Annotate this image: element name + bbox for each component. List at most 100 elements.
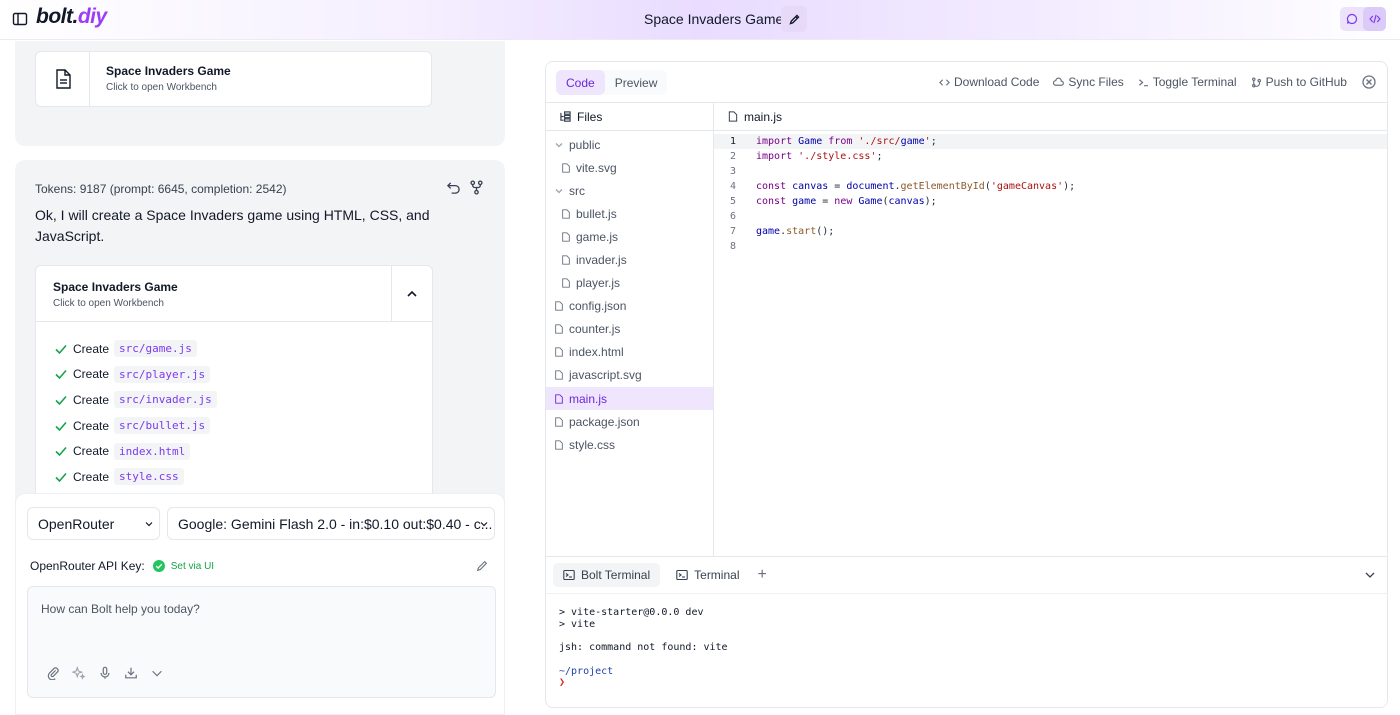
folder-item[interactable]: src bbox=[546, 179, 713, 202]
check-icon bbox=[55, 472, 67, 482]
code-line: 8 bbox=[714, 239, 1387, 254]
file-item[interactable]: config.json bbox=[546, 295, 713, 318]
workbench-header: Code Preview Download Code Sync Files To… bbox=[546, 62, 1387, 103]
artifact-header[interactable]: Space Invaders Game Click to open Workbe… bbox=[36, 266, 432, 322]
line-number: 7 bbox=[729, 226, 736, 237]
tree-label: public bbox=[569, 137, 601, 152]
pencil-icon[interactable] bbox=[475, 559, 489, 573]
file-item[interactable]: package.json bbox=[546, 410, 713, 433]
tree-label: javascript.svg bbox=[569, 368, 642, 383]
collapse-artifact-button[interactable] bbox=[391, 266, 432, 322]
chevron-down-icon bbox=[145, 522, 153, 527]
artifact-card-previous[interactable]: Space Invaders Game Click to open Workbe… bbox=[35, 51, 432, 107]
sync-files-button[interactable]: Sync Files bbox=[1053, 75, 1124, 89]
sparkles-icon[interactable] bbox=[72, 666, 86, 680]
terminal-output[interactable]: > vite-starter@0.0.0 dev > vite jsh: comm… bbox=[559, 607, 728, 689]
chevron-down-icon[interactable] bbox=[150, 666, 164, 680]
tree-label: counter.js bbox=[569, 322, 621, 337]
file-item[interactable]: invader.js bbox=[546, 248, 713, 271]
file-item[interactable]: bullet.js bbox=[546, 202, 713, 225]
tree-label: style.css bbox=[569, 437, 616, 452]
artifact-title: Space Invaders Game bbox=[53, 280, 178, 294]
file-item[interactable]: main.js bbox=[546, 387, 713, 411]
code-line: 1 import Game from './src/game'; bbox=[714, 134, 1387, 149]
chat-view-button[interactable] bbox=[1340, 7, 1363, 31]
file-icon bbox=[562, 255, 570, 265]
file-icon bbox=[562, 163, 570, 173]
provider-select[interactable]: OpenRouter bbox=[27, 507, 160, 540]
code-line: 2 import './style.css'; bbox=[714, 149, 1387, 164]
file-item[interactable]: player.js bbox=[546, 272, 713, 295]
check-icon bbox=[55, 370, 67, 380]
toggle-terminal-button[interactable]: Toggle Terminal bbox=[1138, 75, 1237, 89]
view-toggle bbox=[1340, 7, 1386, 31]
close-icon[interactable] bbox=[1362, 75, 1376, 89]
tree-label: player.js bbox=[576, 276, 621, 291]
terminal-line: jsh: command not found: vite bbox=[559, 642, 728, 654]
fork-icon[interactable] bbox=[469, 180, 484, 195]
file-item[interactable]: counter.js bbox=[546, 318, 713, 341]
tab-bolt-terminal[interactable]: Bolt Terminal bbox=[553, 563, 661, 587]
file-icon bbox=[555, 393, 563, 404]
previous-message: Space Invaders Game Click to open Workbe… bbox=[15, 41, 505, 146]
check-icon bbox=[55, 447, 67, 457]
paperclip-icon[interactable] bbox=[46, 666, 60, 680]
file-path: src/player.js bbox=[114, 365, 211, 383]
api-key-row: OpenRouter API Key: Set via UI bbox=[30, 559, 214, 573]
check-icon bbox=[55, 344, 67, 354]
workbench: Code Preview Download Code Sync Files To… bbox=[545, 61, 1388, 708]
file-path: src/game.js bbox=[114, 340, 197, 358]
editor-file-tab[interactable]: main.js bbox=[714, 103, 1387, 131]
push-to-github-button[interactable]: Push to GitHub bbox=[1251, 75, 1347, 89]
undo-icon[interactable] bbox=[446, 180, 461, 195]
file-icon bbox=[555, 370, 563, 381]
check-icon bbox=[55, 421, 67, 431]
artifact-title: Space Invaders Game bbox=[106, 64, 231, 78]
assistant-message-text: Ok, I will create a Space Invaders game … bbox=[35, 207, 430, 244]
file-item[interactable]: game.js bbox=[546, 225, 713, 248]
file-tree-icon bbox=[560, 111, 571, 122]
code-text: const canvas = document.getElementById('… bbox=[756, 181, 1076, 192]
tab-terminal[interactable]: Terminal bbox=[666, 563, 749, 587]
download-icon[interactable] bbox=[124, 666, 138, 680]
file-item[interactable]: vite.svg bbox=[546, 156, 713, 179]
tab-code[interactable]: Code bbox=[556, 70, 605, 95]
prompt-input[interactable]: How can Bolt help you today? bbox=[27, 586, 496, 698]
terminal-prompt-icon bbox=[1138, 78, 1148, 86]
code-area[interactable]: 1 import Game from './src/game'; 2 import '… bbox=[714, 134, 1387, 254]
token-count: Tokens: 9187 (prompt: 6645, completion: … bbox=[35, 182, 287, 196]
microphone-icon[interactable] bbox=[98, 666, 112, 680]
list-item: Create src/game.js bbox=[54, 336, 432, 362]
list-item: Create style.css bbox=[54, 464, 432, 490]
download-code-button[interactable]: Download Code bbox=[939, 75, 1039, 89]
api-key-status: Set via UI bbox=[170, 560, 215, 572]
model-select[interactable]: Google: Gemini Flash 2.0 - in:$0.10 out:… bbox=[167, 507, 495, 540]
chevron-down-icon[interactable] bbox=[1364, 569, 1376, 581]
code-icon bbox=[1368, 14, 1381, 24]
terminal-panel: Bolt Terminal Terminal + > vite-starter@… bbox=[546, 556, 1387, 707]
add-terminal-icon[interactable]: + bbox=[758, 566, 767, 584]
file-icon bbox=[555, 347, 563, 358]
file-item[interactable]: style.css bbox=[546, 433, 713, 456]
check-icon bbox=[55, 395, 67, 406]
code-text: const game = new Game(canvas); bbox=[756, 196, 937, 207]
sidebar-toggle-icon[interactable] bbox=[12, 11, 28, 27]
app-logo[interactable]: bolt.diy bbox=[36, 5, 107, 29]
line-number: 5 bbox=[729, 196, 736, 207]
tree-label: vite.svg bbox=[576, 160, 617, 175]
line-number: 3 bbox=[729, 166, 736, 177]
terminal-line: ~/project bbox=[559, 665, 614, 677]
file-icon bbox=[555, 417, 563, 427]
document-icon bbox=[55, 69, 71, 89]
edit-title-button[interactable] bbox=[781, 6, 807, 32]
file-item[interactable]: javascript.svg bbox=[546, 364, 713, 387]
code-view-button[interactable] bbox=[1363, 7, 1386, 31]
code-line: 4 const canvas = document.getElementById(… bbox=[714, 179, 1387, 194]
tab-preview[interactable]: Preview bbox=[605, 70, 668, 95]
folder-item[interactable]: public bbox=[546, 133, 713, 156]
file-item[interactable]: index.html bbox=[546, 341, 713, 364]
workbench-tabs: Code Preview bbox=[556, 70, 668, 95]
artifact-subtitle: Click to open Workbench bbox=[106, 82, 217, 93]
